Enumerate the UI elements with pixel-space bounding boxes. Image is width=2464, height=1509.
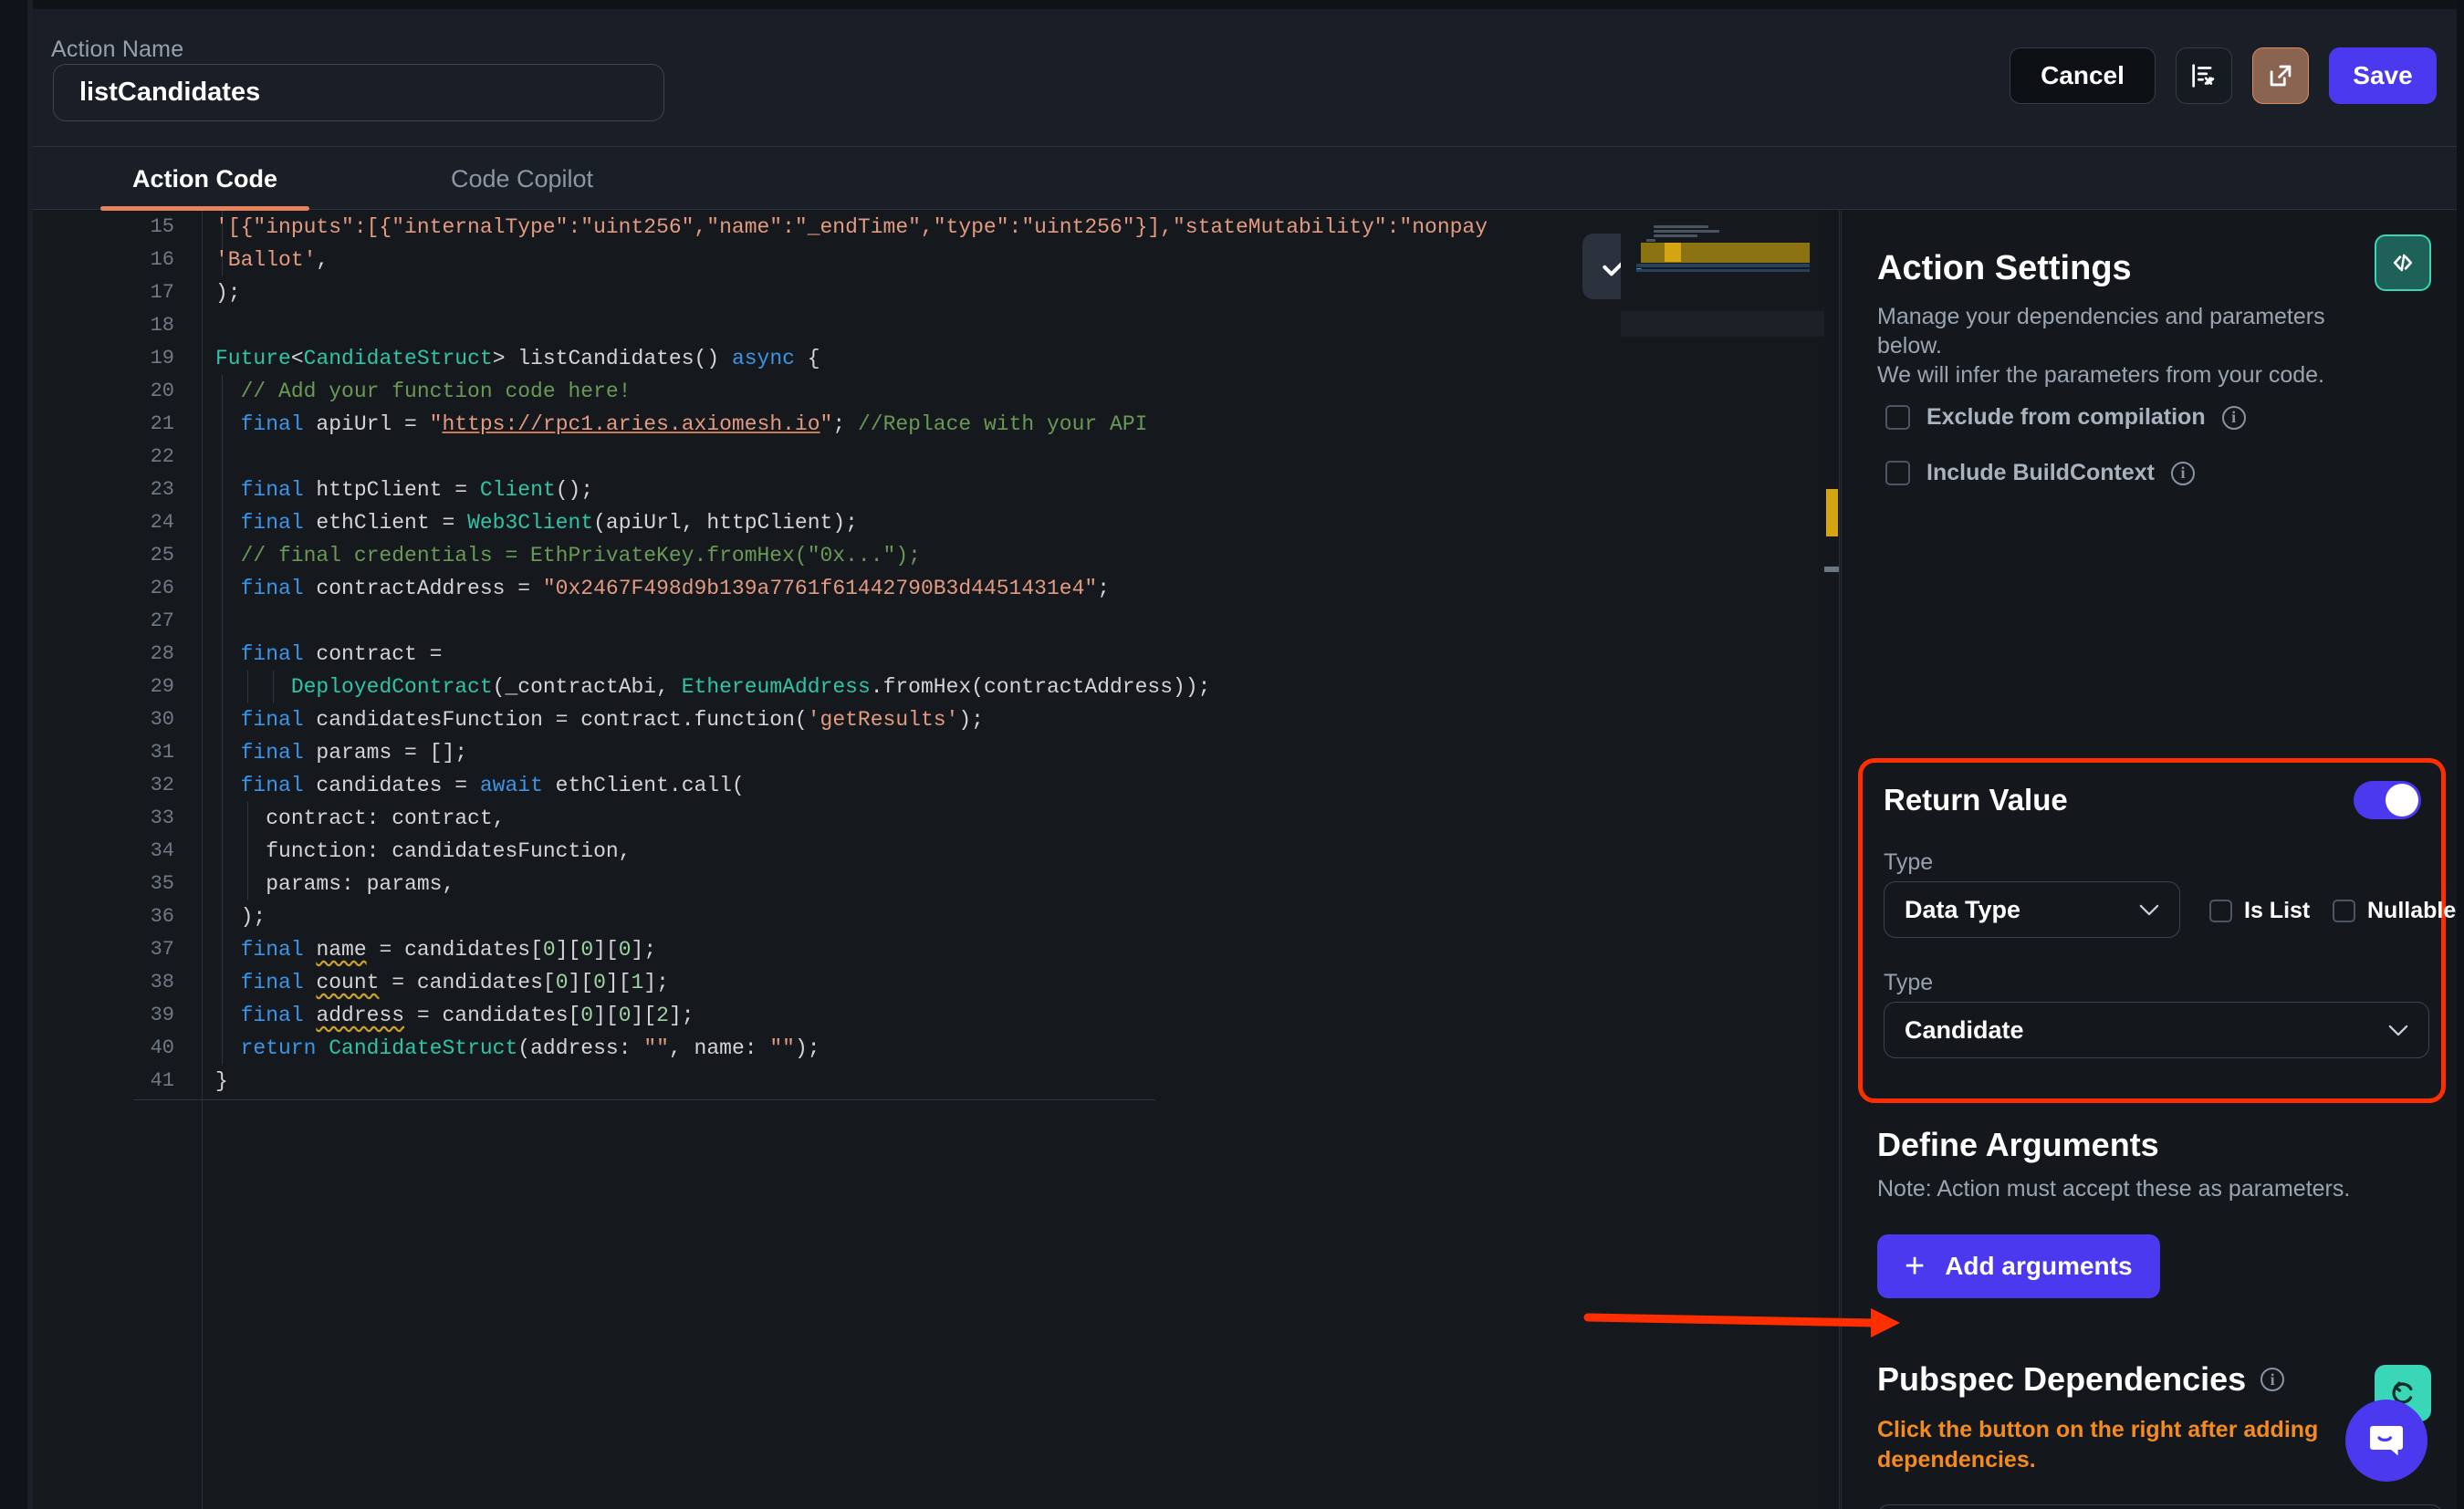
editor-scrollbar[interactable] [1824, 211, 1840, 1509]
intercom-chat-icon-button[interactable] [2345, 1400, 2427, 1482]
code-brackets-icon-button[interactable] [2375, 234, 2431, 291]
pubspec-warning: Click the button on the right after addi… [1877, 1417, 2319, 1473]
return-value-title: Return Value [1884, 783, 2068, 817]
code-editor-pane: 15 '[{"inputs":[{"internalType":"uint256"… [33, 211, 1840, 1509]
define-arguments-title: Define Arguments [1877, 1126, 2159, 1163]
checkbox-box[interactable] [2209, 900, 2232, 922]
intercom-chat-icon [2370, 1426, 2403, 1456]
pubspec-dependencies-title-row: Pubspec Dependencies i [1877, 1360, 2285, 1399]
line-number: 32 [150, 774, 174, 796]
checkbox-is-list[interactable]: Is List [2209, 898, 2310, 924]
data-type-value: Data Type [1905, 895, 2021, 923]
line-number: 34 [150, 839, 174, 862]
line-number: 35 [150, 872, 174, 895]
checkbox-nullable[interactable]: Nullable [2333, 898, 2456, 924]
type-label-2: Type [1884, 970, 1934, 995]
window-top-strip [0, 0, 2464, 9]
line-number: 40 [150, 1036, 174, 1059]
line-number: 21 [150, 412, 174, 435]
checkbox-label: Exclude from compilation [1926, 404, 2206, 430]
window-right-strip [2457, 0, 2464, 1509]
checkbox-box[interactable] [1885, 405, 1910, 430]
checkbox-box[interactable] [2333, 900, 2355, 922]
line-number: 27 [150, 609, 174, 632]
checkbox-label: Include BuildContext [1926, 460, 2155, 485]
action-name-input[interactable] [53, 64, 664, 121]
return-type-select[interactable]: Candidate [1884, 1002, 2429, 1058]
add-arguments-button[interactable]: + Add arguments [1877, 1234, 2160, 1298]
line-number: 31 [150, 741, 174, 764]
minimap-slider[interactable] [1621, 311, 1831, 337]
open-external-icon-button[interactable] [2252, 47, 2309, 104]
page-title: Action Settings [1877, 249, 2132, 287]
line-number: 30 [150, 708, 174, 731]
line-number: 28 [150, 642, 174, 665]
checkbox-label: Nullable [2367, 898, 2457, 923]
line-number: 41 [150, 1069, 174, 1092]
tab-code-copilot[interactable]: Code Copilot [376, 147, 668, 211]
line-number: 33 [150, 807, 174, 829]
scrollbar-thumb[interactable] [1824, 567, 1840, 572]
tab-action-code[interactable]: Action Code [47, 147, 362, 211]
format-code-icon [2192, 64, 2215, 88]
header-buttons: Cancel Save [2010, 47, 2437, 104]
toggle-knob [2386, 784, 2418, 817]
return-type-value: Candidate [1905, 1015, 2024, 1044]
line-number: 37 [150, 938, 174, 961]
line-number: 16 [150, 248, 174, 271]
line-number: 26 [150, 577, 174, 599]
line-number: 17 [150, 281, 174, 304]
line-number: 29 [150, 675, 174, 698]
line-number: 36 [150, 905, 174, 928]
return-value-card: Return Value Type Data Type Is List Null… [1858, 758, 2456, 1103]
dependency-row[interactable]: web3dart: ^2.6.1 ✕ [1877, 1504, 2443, 1509]
add-arguments-label: Add arguments [1945, 1252, 2133, 1280]
chevron-down-icon [2139, 904, 2159, 915]
code-lines[interactable]: 15 '[{"inputs":[{"internalType":"uint256"… [33, 211, 1621, 1509]
action-settings-panel: Action Settings Manage your dependencies… [1841, 211, 2457, 1509]
line-number: 38 [150, 971, 174, 994]
return-value-toggle[interactable] [2354, 781, 2421, 819]
line-number: 39 [150, 1004, 174, 1026]
format-code-icon-button[interactable] [2176, 47, 2232, 104]
cancel-button[interactable]: Cancel [2010, 47, 2156, 104]
action-editor-window: Action Name Cancel Save [0, 0, 2464, 1509]
selection-underline [133, 1099, 1155, 1100]
open-external-icon [2270, 65, 2292, 87]
line-number: 19 [150, 347, 174, 369]
info-icon[interactable]: i [2221, 405, 2246, 430]
line-number: 25 [150, 544, 174, 567]
info-icon[interactable]: i [2260, 1368, 2285, 1391]
info-icon[interactable]: i [2171, 461, 2195, 485]
line-number: 24 [150, 511, 174, 534]
code-brackets-icon [2393, 254, 2413, 272]
code-minimap[interactable] [1621, 211, 1840, 1509]
checkbox-box[interactable] [1885, 461, 1910, 485]
editor-header: Action Name Cancel Save [33, 9, 2457, 146]
line-number: 22 [150, 445, 174, 468]
line-number: 18 [150, 314, 174, 337]
checkbox-include-buildcontext[interactable]: Include BuildContext i [1885, 460, 2195, 486]
plus-icon: + [1905, 1247, 1926, 1285]
checkbox-exclude-from-compilation[interactable]: Exclude from compilation i [1885, 404, 2246, 431]
save-button[interactable]: Save [2329, 47, 2437, 104]
line-number: 20 [150, 380, 174, 402]
checkbox-label: Is List [2244, 898, 2311, 923]
action-name-label: Action Name [51, 36, 184, 62]
editor-right-divider [1839, 211, 1840, 1509]
code-surface[interactable]: 15 '[{"inputs":[{"internalType":"uint256"… [33, 211, 1621, 1509]
line-number: 23 [150, 478, 174, 501]
editor-tabbar: Action Code Code Copilot [33, 146, 2457, 211]
window-left-strip [0, 0, 27, 1509]
data-type-select[interactable]: Data Type [1884, 881, 2180, 938]
chevron-down-icon [2388, 1025, 2408, 1035]
type-label-1: Type [1884, 849, 1934, 875]
define-arguments-note: Note: Action must accept these as parame… [1877, 1176, 2351, 1202]
panel-subtitle: Manage your dependencies and parameters … [1877, 304, 2325, 388]
scrollbar-warning-marker [1826, 489, 1838, 536]
pubspec-dependencies-title: Pubspec Dependencies [1877, 1360, 2247, 1398]
line-number: 15 [150, 215, 174, 238]
